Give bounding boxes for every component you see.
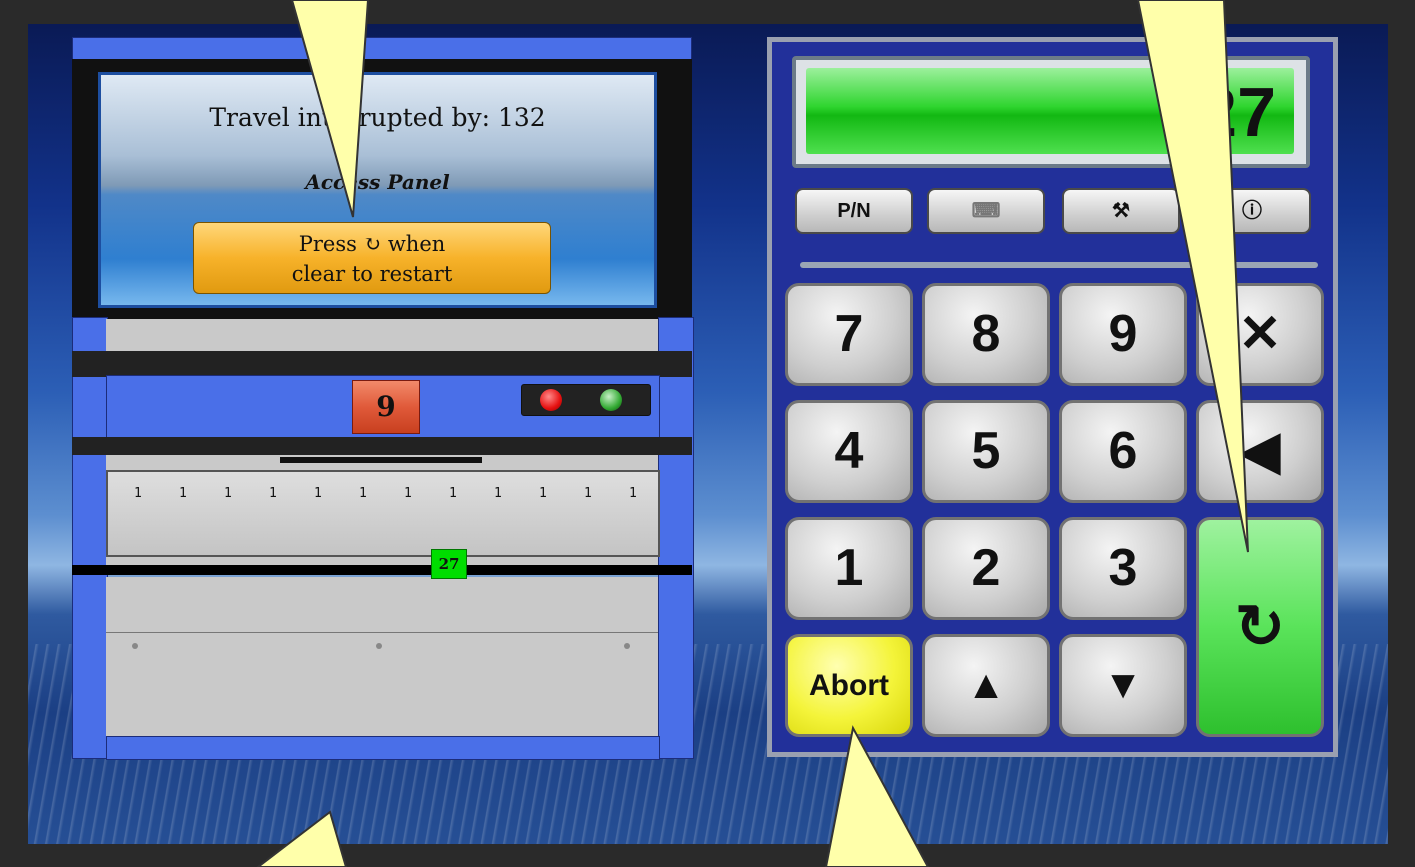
callout-machine <box>256 810 348 867</box>
callout-overlay <box>256 0 1249 867</box>
callout-restart-hint <box>290 0 370 218</box>
callout-abort <box>824 725 930 867</box>
callout-restart-key <box>1136 0 1249 553</box>
